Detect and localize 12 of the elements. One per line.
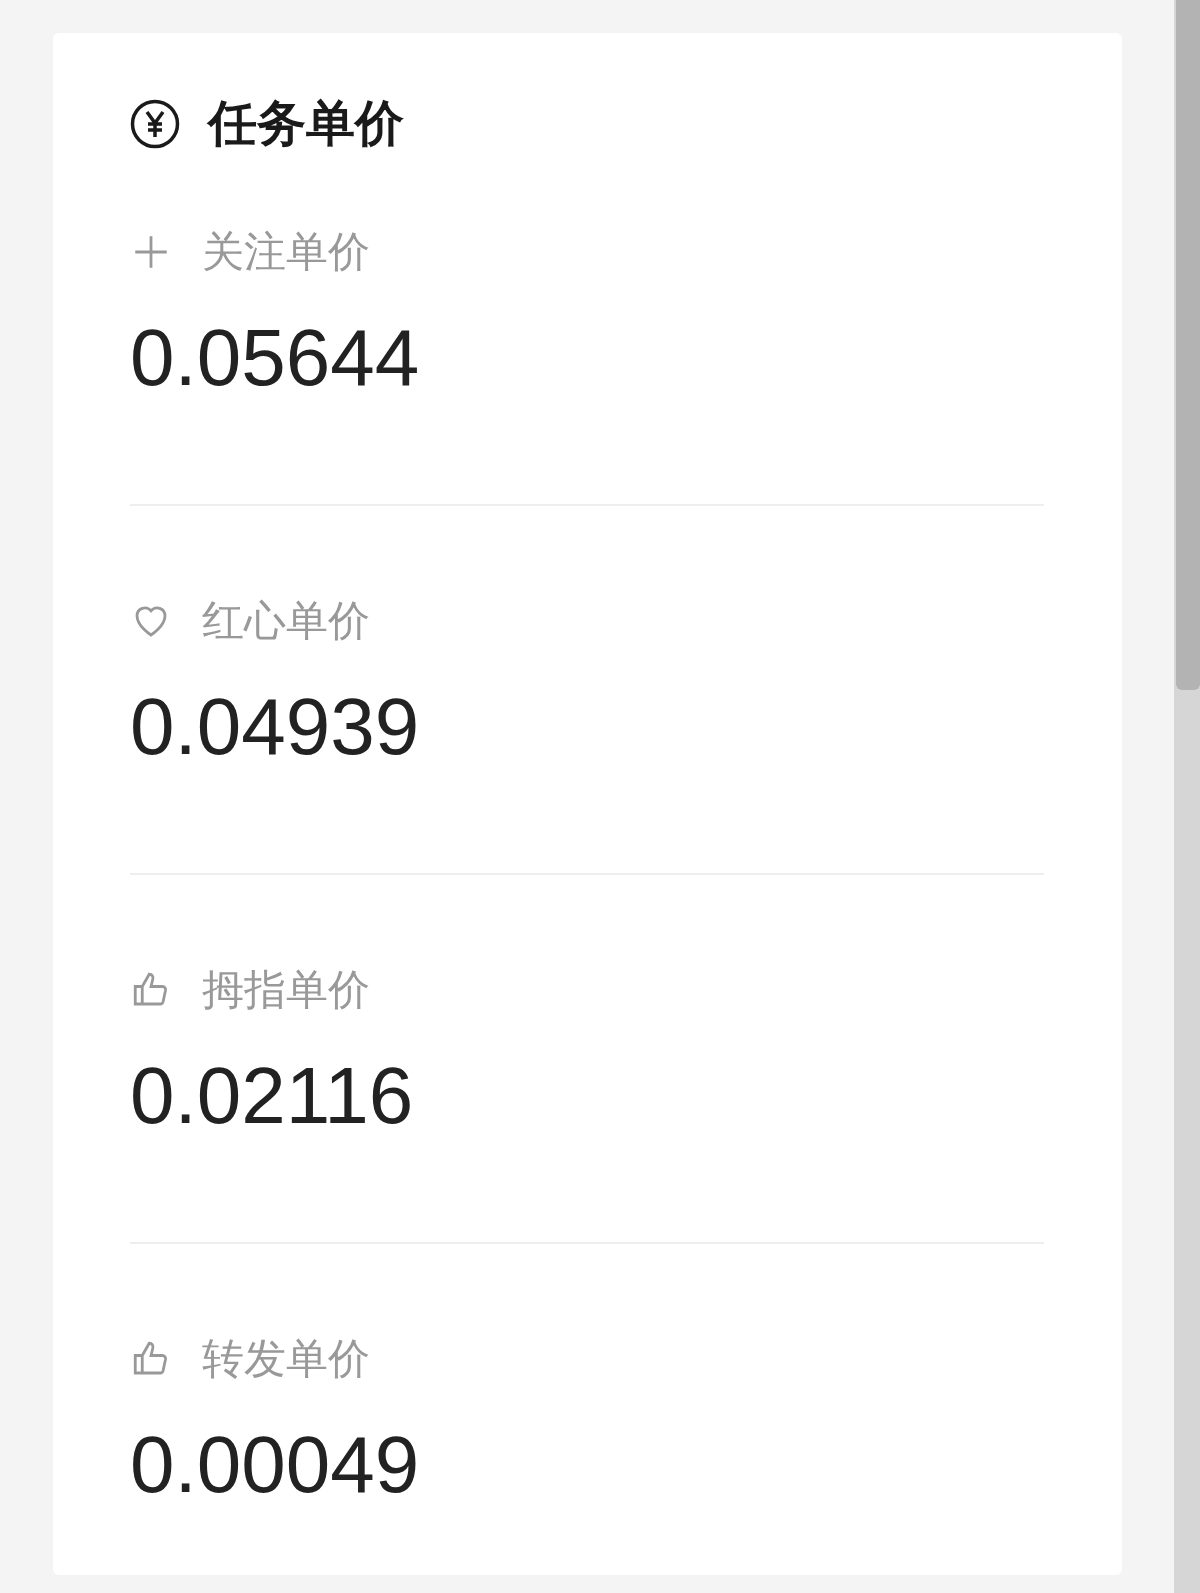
price-value: 0.02116: [130, 1051, 415, 1141]
price-label: 转发单价: [202, 1334, 370, 1384]
price-value: 0.04939: [130, 682, 421, 772]
yuan-icon: [130, 99, 180, 149]
scrollbar-thumb[interactable]: [1176, 0, 1200, 690]
price-label: 拇指单价: [202, 965, 370, 1015]
price-label: 红心单价: [202, 596, 370, 646]
price-value: 0.00049: [130, 1420, 421, 1510]
price-label: 关注单价: [202, 227, 370, 277]
scrollbar-track[interactable]: [1174, 0, 1200, 1593]
card-title: 任务单价: [208, 99, 404, 149]
price-value: 0.05644: [130, 313, 421, 403]
